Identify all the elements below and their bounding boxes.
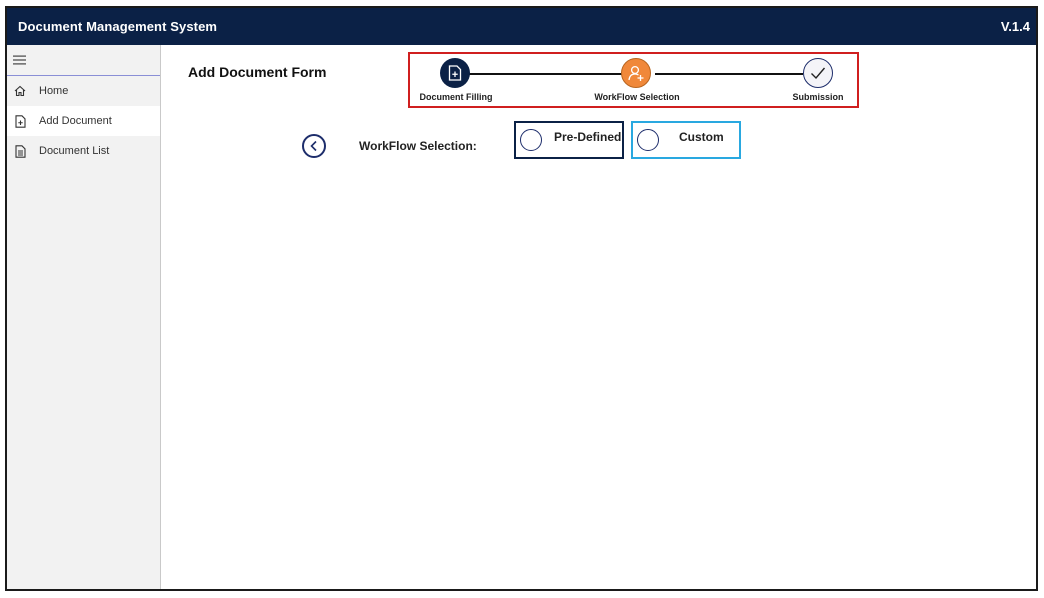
- document-add-icon: [448, 65, 462, 81]
- page-title: Add Document Form: [188, 64, 327, 80]
- step-label: Submission: [792, 92, 844, 102]
- sidebar-item-document-list[interactable]: Document List: [7, 136, 160, 166]
- chevron-left-icon: [310, 140, 317, 152]
- hamburger-menu-button[interactable]: [7, 45, 160, 76]
- sidebar-item-label: Document List: [39, 145, 110, 157]
- radio-button[interactable]: [637, 129, 659, 151]
- sidebar-item-label: Add Document: [39, 115, 112, 127]
- workflow-stepper: Document Filling WorkFlow Selection Subm…: [408, 52, 859, 108]
- step-document-filling[interactable]: [440, 58, 470, 88]
- option-label: Pre-Defined: [554, 130, 622, 144]
- hamburger-icon: [13, 55, 26, 65]
- step-label: WorkFlow Selection: [594, 92, 680, 102]
- check-icon: [811, 67, 826, 80]
- document-add-icon: [13, 114, 27, 128]
- sidebar-item-add-document[interactable]: Add Document: [7, 106, 160, 136]
- user-add-icon: [628, 65, 644, 81]
- home-icon: [13, 84, 27, 98]
- stepper-connector: [455, 73, 639, 75]
- sidebar-item-home[interactable]: Home: [7, 76, 160, 106]
- radio-button[interactable]: [520, 129, 542, 151]
- step-workflow-selection[interactable]: [621, 58, 651, 88]
- custom-option[interactable]: Custom: [631, 121, 741, 159]
- stepper-connector: [655, 73, 803, 75]
- workflow-selection-label: WorkFlow Selection:: [359, 139, 477, 153]
- version-label: V.1.4: [1000, 19, 1030, 34]
- main-content: Add Document Form Document Filling WorkF…: [162, 45, 1036, 589]
- document-list-icon: [13, 144, 27, 158]
- app-window: Document Management System V.1.4 Home Ad…: [5, 6, 1038, 591]
- top-bar: Document Management System V.1.4: [7, 8, 1036, 45]
- predefined-option[interactable]: Pre-Defined: [514, 121, 624, 159]
- back-button[interactable]: [302, 134, 326, 158]
- app-title: Document Management System: [18, 19, 218, 34]
- option-label: Custom: [679, 130, 724, 144]
- sidebar-item-label: Home: [39, 85, 69, 97]
- sidebar: Home Add Document Document List: [7, 45, 161, 589]
- step-label: Document Filling: [419, 92, 493, 102]
- step-submission[interactable]: [803, 58, 833, 88]
